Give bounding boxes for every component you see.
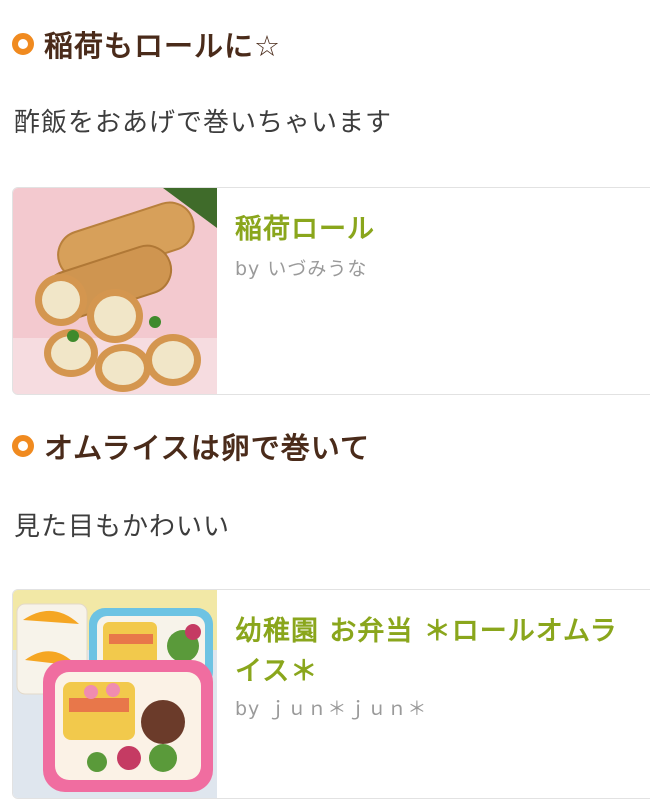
- heading-text: オムライスは卵で巻いて: [44, 431, 370, 465]
- orange-ring-icon: [12, 435, 34, 457]
- section-heading: オムライスは卵で巻いて: [12, 426, 370, 466]
- recipe-author: by ｊｕｎ＊ｊｕｎ＊: [235, 698, 428, 720]
- recipe-card-inari[interactable]: 稲荷ロール by いづみうな: [12, 187, 650, 395]
- section-description: 酢飯をおあげで巻いちゃいます: [14, 108, 393, 138]
- orange-ring-icon: [12, 33, 34, 55]
- heading-text: 稲荷もロールに☆: [44, 29, 281, 63]
- bento-box-photo-icon: [13, 590, 217, 798]
- section-heading: 稲荷もロールに☆: [12, 24, 281, 64]
- recipe-author: by いづみうな: [235, 258, 368, 280]
- recipe-title[interactable]: 稲荷ロール: [235, 210, 635, 250]
- recipe-title[interactable]: 幼稚園 お弁当 ＊ロールオムライス＊: [235, 612, 635, 692]
- inari-roll-photo-icon: [13, 188, 217, 394]
- section-description: 見た目もかわいい: [14, 512, 231, 542]
- recipe-card-omurice[interactable]: 幼稚園 お弁当 ＊ロールオムライス＊ by ｊｕｎ＊ｊｕｎ＊: [12, 589, 650, 799]
